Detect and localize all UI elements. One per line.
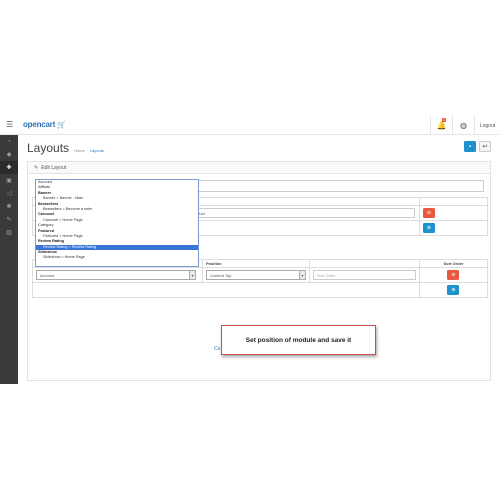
panel-heading: ✎ Edit Layout: [28, 162, 490, 174]
sidebar-item-catalog[interactable]: ◆: [0, 148, 18, 161]
partial-link[interactable]: Co: [214, 346, 220, 352]
sidebar-item-system[interactable]: ✱: [0, 200, 18, 213]
reply-icon: ↩: [482, 144, 488, 150]
action-header: [418, 197, 489, 206]
header-actions: ▪ ↩: [464, 141, 491, 152]
position-header: Position: [201, 259, 310, 268]
blank-header: [308, 259, 420, 268]
save-button[interactable]: ▪: [464, 141, 476, 152]
gear-icon: ✱: [6, 204, 12, 210]
chart-icon: ▥: [6, 230, 12, 236]
logo-text: opencart: [23, 120, 56, 129]
save-icon: ▪: [468, 143, 472, 150]
route-header: Route: [169, 197, 420, 206]
add-route-button[interactable]: ⊕: [422, 223, 435, 233]
remove-module-button[interactable]: ⊖: [447, 270, 460, 280]
tag-icon: ◆: [6, 152, 12, 158]
position-select-value: Content Top: [209, 272, 232, 278]
top-bar-right: 🔔 1 ◍ Logout: [430, 116, 500, 135]
page-title: Layouts: [27, 141, 70, 155]
module-select[interactable]: Account ▾: [36, 270, 196, 280]
sort-order-header: Sort Order: [418, 259, 489, 268]
sidebar-item-tools[interactable]: ✎: [0, 213, 18, 226]
breadcrumb-home[interactable]: Home: [74, 148, 85, 153]
menu-toggle-icon[interactable]: ☰: [6, 121, 14, 129]
module-select-value: Account: [40, 272, 55, 278]
dashboard-icon: ◔: [7, 138, 11, 145]
chevron-down-icon: ▾: [189, 271, 195, 279]
sidebar-item-extensions[interactable]: ✚: [0, 161, 18, 174]
sort-order-input[interactable]: Sort Order: [312, 270, 416, 280]
logout-button[interactable]: Logout: [474, 116, 500, 135]
module-dropdown-list[interactable]: Account Affiliate Banner Banner > Banner - …: [35, 179, 199, 267]
dropdown-option[interactable]: Slideshow > Home Page: [36, 255, 198, 260]
instruction-callout: Set position of module and save it: [221, 325, 376, 355]
cart-logo-icon: 🛒: [57, 122, 66, 129]
table-row: Account ▾ Content Top ▾ Sort Order ⊖: [32, 267, 489, 283]
page-header: Layouts Home Layouts: [27, 141, 104, 155]
callout-text: Set position of module and save it: [245, 336, 352, 344]
puzzle-icon: ✚: [6, 165, 12, 171]
globe-icon: ◍: [460, 121, 467, 130]
plus-circle-icon: ⊕: [426, 225, 432, 231]
sidebar-item-dashboard[interactable]: ◔: [0, 135, 18, 148]
sidebar-item-marketing[interactable]: ◁: [0, 187, 18, 200]
position-select[interactable]: Content Top ▾: [205, 270, 306, 280]
store-front-button[interactable]: ◍: [452, 116, 474, 135]
back-button[interactable]: ↩: [479, 141, 491, 152]
sidebar-item-reports[interactable]: ▥: [0, 226, 18, 239]
sidebar-item-sales[interactable]: ▣: [0, 174, 18, 187]
notification-badge: 1: [442, 118, 446, 122]
table-row: ⊕: [32, 282, 489, 298]
pencil-icon: ✎: [34, 164, 39, 171]
opencart-logo[interactable]: opencart 🛒: [23, 120, 66, 129]
breadcrumb-separator: [87, 148, 88, 153]
notifications-button[interactable]: 🔔 1: [430, 116, 452, 135]
minus-circle-icon: ⊖: [426, 210, 432, 216]
cart-icon: ▣: [6, 178, 12, 184]
add-module-button[interactable]: ⊕: [447, 285, 460, 295]
route-input[interactable]: product/product: [173, 208, 415, 218]
remove-route-button[interactable]: ⊖: [422, 208, 435, 218]
top-bar: ☰ opencart 🛒 🔔 1 ◍ Logout: [0, 116, 500, 135]
sidebar: ◔ ◆ ✚ ▣ ◁ ✱ ✎ ▥: [0, 135, 18, 384]
share-icon: ◁: [6, 191, 12, 197]
panel-title: Edit Layout: [41, 164, 67, 171]
chevron-down-icon: ▾: [298, 271, 305, 279]
bell-icon: 🔔: [436, 121, 447, 130]
breadcrumb-layouts[interactable]: Layouts: [90, 148, 104, 153]
plus-circle-icon: ⊕: [451, 287, 456, 293]
minus-circle-icon: ⊖: [451, 272, 456, 278]
wrench-icon: ✎: [6, 217, 12, 223]
breadcrumb: Home Layouts: [74, 148, 104, 153]
